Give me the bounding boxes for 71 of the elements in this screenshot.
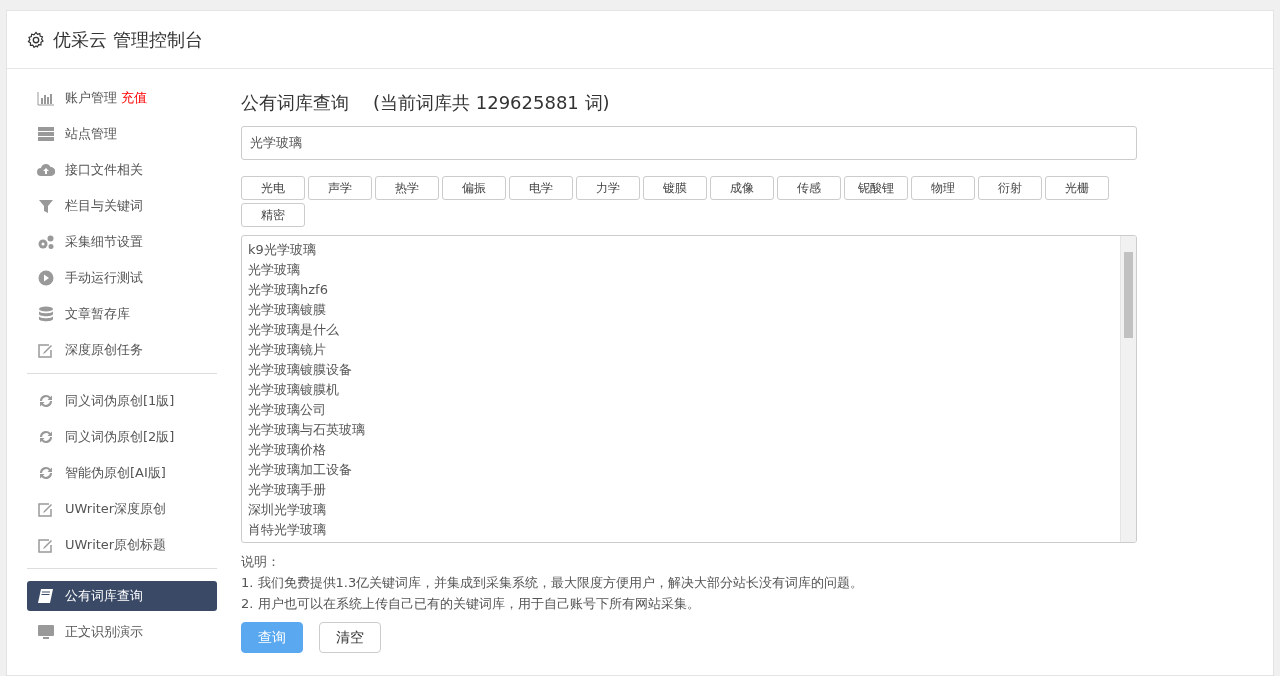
tag-button[interactable]: 声学 (308, 176, 372, 200)
refresh-icon (37, 429, 55, 445)
page-title: 公有词库查询 (241, 91, 349, 115)
results-list[interactable]: k9光学玻璃 光学玻璃 光学玻璃hzf6 光学玻璃镀膜 光学玻璃是什么 光学玻璃镜片 光学玻璃镀膜设备 光学玻璃镀膜机 光学玻璃公司 光学玻璃与石英玻璃 光学玻璃价格 光学玻璃加工设备 光学玻璃手册 深圳光学玻璃 肖特光学玻璃 (241, 235, 1137, 543)
result-item[interactable]: 深圳光学玻璃 (248, 500, 1114, 520)
scroll-thumb[interactable] (1124, 252, 1133, 338)
sidebar-item[interactable]: 栏目与关键词 (27, 191, 217, 221)
sidebar-item[interactable]: 账户管理 充值 (27, 83, 217, 113)
sidebar-item[interactable]: 智能伪原创[AI版] (27, 458, 217, 488)
tag-button[interactable]: 传感 (777, 176, 841, 200)
result-item[interactable]: 光学玻璃加工设备 (248, 460, 1114, 480)
sidebar-item[interactable]: 采集细节设置 (27, 227, 217, 257)
sidebar-item[interactable]: UWriter原创标题 (27, 530, 217, 560)
settings-icon (27, 30, 45, 49)
sidebar-item[interactable]: 同义词伪原创[1版] (27, 386, 217, 416)
result-item[interactable]: 光学玻璃价格 (248, 440, 1114, 460)
play-icon (37, 270, 55, 286)
book-icon (37, 588, 55, 604)
sidebar-item[interactable]: 正文识别演示 (27, 617, 217, 647)
result-item[interactable]: 光学玻璃镀膜 (248, 300, 1114, 320)
server-icon (37, 126, 55, 142)
result-item[interactable]: 光学玻璃hzf6 (248, 280, 1114, 300)
tag-button[interactable]: 光电 (241, 176, 305, 200)
tag-button[interactable]: 成像 (710, 176, 774, 200)
sidebar-item[interactable]: 文章暂存库 (27, 299, 217, 329)
result-item[interactable]: 光学玻璃镀膜机 (248, 380, 1114, 400)
cloud-upload-icon (37, 162, 55, 178)
result-item[interactable]: 光学玻璃与石英玻璃 (248, 420, 1114, 440)
filter-icon (37, 198, 55, 214)
result-item[interactable]: 光学玻璃镜片 (248, 340, 1114, 360)
scrollbar[interactable] (1120, 236, 1136, 542)
sidebar-item[interactable]: 同义词伪原创[2版] (27, 422, 217, 452)
database-icon (37, 306, 55, 322)
tag-button[interactable]: 物理 (911, 176, 975, 200)
tag-button[interactable]: 光栅 (1045, 176, 1109, 200)
refresh-icon (37, 465, 55, 481)
sidebar-item[interactable]: 公有词库查询 (27, 581, 217, 611)
tag-button[interactable]: 铌酸锂 (844, 176, 908, 200)
result-item[interactable]: k9光学玻璃 (248, 240, 1114, 260)
result-item[interactable]: 光学玻璃手册 (248, 480, 1114, 500)
chart-icon (37, 90, 55, 106)
tag-button[interactable]: 力学 (576, 176, 640, 200)
result-item[interactable]: 光学玻璃公司 (248, 400, 1114, 420)
gears-icon (37, 234, 55, 250)
sidebar-item[interactable]: UWriter深度原创 (27, 494, 217, 524)
tag-button[interactable]: 偏振 (442, 176, 506, 200)
edit-icon (37, 501, 55, 517)
edit-icon (37, 537, 55, 553)
result-item[interactable]: 光学玻璃镀膜设备 (248, 360, 1114, 380)
note-text: 2. 用户也可以在系统上传自己已有的关键词库，用于自己账号下所有网站采集。 (241, 595, 701, 613)
result-item[interactable]: 肖特光学玻璃 (248, 520, 1114, 540)
clear-button[interactable]: 清空 (319, 622, 381, 653)
sidebar-item[interactable]: 深度原创任务 (27, 335, 217, 365)
word-count: (当前词库共 129625881 词) (373, 91, 610, 115)
header-title: 优采云 管理控制台 (53, 28, 203, 52)
tag-button[interactable]: 衍射 (978, 176, 1042, 200)
monitor-icon (37, 624, 55, 640)
tag-button[interactable]: 电学 (509, 176, 573, 200)
note-text: 1. 我们免费提供1.3亿关键词库，并集成到采集系统，最大限度方便用户，解决大部分站长没有词库的问题。 (241, 574, 865, 592)
result-item[interactable]: 光学玻璃 (248, 260, 1114, 280)
result-item[interactable]: 光学玻璃是什么 (248, 320, 1114, 340)
tag-button[interactable]: 热学 (375, 176, 439, 200)
sidebar-item[interactable]: 站点管理 (27, 119, 217, 149)
tag-button[interactable]: 精密 (241, 203, 305, 227)
tag-button[interactable]: 镀膜 (643, 176, 707, 200)
edit-icon (37, 342, 55, 358)
search-field[interactable]: 光学玻璃 (241, 126, 1137, 160)
sidebar-item[interactable]: 接口文件相关 (27, 155, 217, 185)
notes-title: 说明： (241, 553, 281, 571)
sidebar-item[interactable]: 手动运行测试 (27, 263, 217, 293)
refresh-icon (37, 393, 55, 409)
